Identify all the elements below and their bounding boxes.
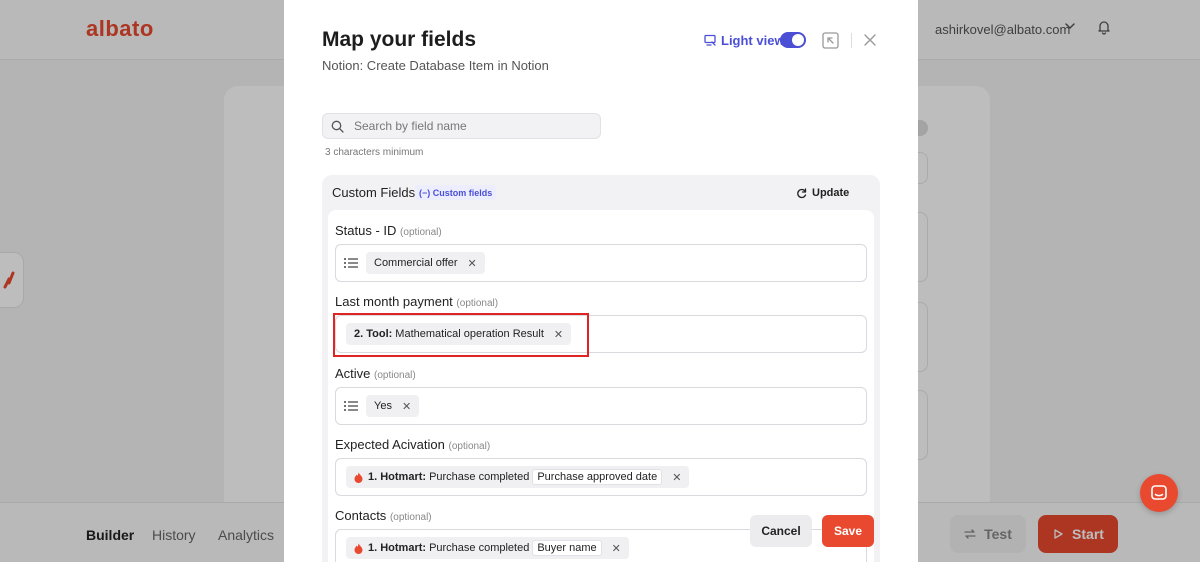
chat-icon — [1151, 485, 1167, 500]
modal-title: Map your fields — [322, 28, 477, 51]
support-chat-button[interactable] — [1140, 474, 1178, 512]
optional-tag: (optional) — [448, 441, 491, 452]
field-label-status-id: Status - ID (optional) — [335, 223, 442, 238]
cancel-button[interactable]: Cancel — [750, 515, 812, 547]
optional-tag: (optional) — [389, 512, 432, 523]
light-view-switch[interactable] — [780, 32, 806, 48]
chip-text: Purchase completed — [429, 542, 530, 554]
collapse-icon[interactable] — [822, 32, 839, 49]
optional-tag: (optional) — [400, 227, 442, 238]
map-fields-modal: Map your fields Notion: Create Database … — [284, 0, 918, 562]
header-divider — [851, 33, 852, 48]
field-label-contacts: Contacts (optional) — [335, 508, 432, 523]
field-label-last-month-payment: Last month payment (optional) — [335, 294, 498, 309]
remove-chip-icon[interactable]: ✕ — [672, 471, 681, 484]
remove-chip-icon[interactable]: ✕ — [402, 400, 411, 413]
field-name: Last month payment — [335, 294, 453, 309]
field-name: Expected Acivation — [335, 437, 445, 452]
field-name: Active — [335, 366, 371, 381]
value-chip[interactable]: 1. Hotmart: Purchase completed Purchase … — [346, 466, 690, 488]
remove-chip-icon[interactable]: ✕ — [468, 257, 477, 270]
chip-text: Purchase completed — [429, 471, 530, 483]
light-view-toggle-label[interactable]: Light view — [704, 33, 785, 48]
value-chip[interactable]: 1. Hotmart: Purchase completed Buyer nam… — [346, 537, 629, 559]
search-box — [322, 113, 601, 139]
save-button[interactable]: Save — [822, 515, 874, 547]
search-icon — [331, 120, 344, 133]
modal-subtitle: Notion: Create Database Item in Notion — [322, 58, 549, 73]
field-input-expected-activation[interactable]: 1. Hotmart: Purchase completed Purchase … — [335, 458, 867, 496]
light-view-label: Light view — [721, 33, 785, 48]
field-input-active[interactable]: Yes ✕ — [335, 387, 867, 425]
field-name: Status - ID — [335, 223, 397, 238]
field-input-status-id[interactable]: Commercial offer ✕ — [335, 244, 867, 282]
optional-tag: (optional) — [374, 370, 416, 381]
hotmart-icon — [354, 543, 363, 554]
list-icon[interactable] — [344, 257, 358, 269]
custom-fields-panel: Custom Fields (−) Custom fields Update S… — [322, 175, 880, 562]
field-name: Contacts — [335, 508, 387, 523]
update-button[interactable]: Update — [796, 182, 860, 204]
value-chip[interactable]: Commercial offer ✕ — [366, 252, 485, 274]
refresh-icon — [797, 187, 807, 198]
custom-fields-title: Custom Fields — [332, 185, 416, 200]
chip-source: 1. Hotmart: — [368, 471, 427, 483]
chip-subfield: Purchase approved date — [532, 469, 663, 485]
light-view-icon — [704, 34, 716, 46]
fields-list: Status - ID (optional) Commercial offer … — [328, 210, 874, 562]
search-input[interactable] — [354, 119, 574, 133]
hotmart-icon — [354, 472, 363, 483]
search-hint: 3 characters minimum — [325, 147, 424, 158]
field-label-active: Active (optional) — [335, 366, 416, 381]
chip-text: Commercial offer — [374, 257, 458, 269]
annotation-highlight-box — [333, 313, 589, 357]
custom-fields-badge[interactable]: (−) Custom fields — [415, 185, 497, 200]
value-chip[interactable]: Yes ✕ — [366, 395, 420, 417]
remove-chip-icon[interactable]: ✕ — [612, 542, 621, 555]
chip-text: Yes — [374, 400, 392, 412]
update-button-label: Update — [812, 187, 850, 199]
chip-source: 1. Hotmart: — [368, 542, 427, 554]
optional-tag: (optional) — [456, 298, 499, 309]
close-icon[interactable] — [863, 33, 877, 47]
field-label-expected-activation: Expected Acivation (optional) — [335, 437, 490, 452]
chip-subfield: Buyer name — [532, 540, 602, 556]
list-icon[interactable] — [344, 400, 358, 412]
